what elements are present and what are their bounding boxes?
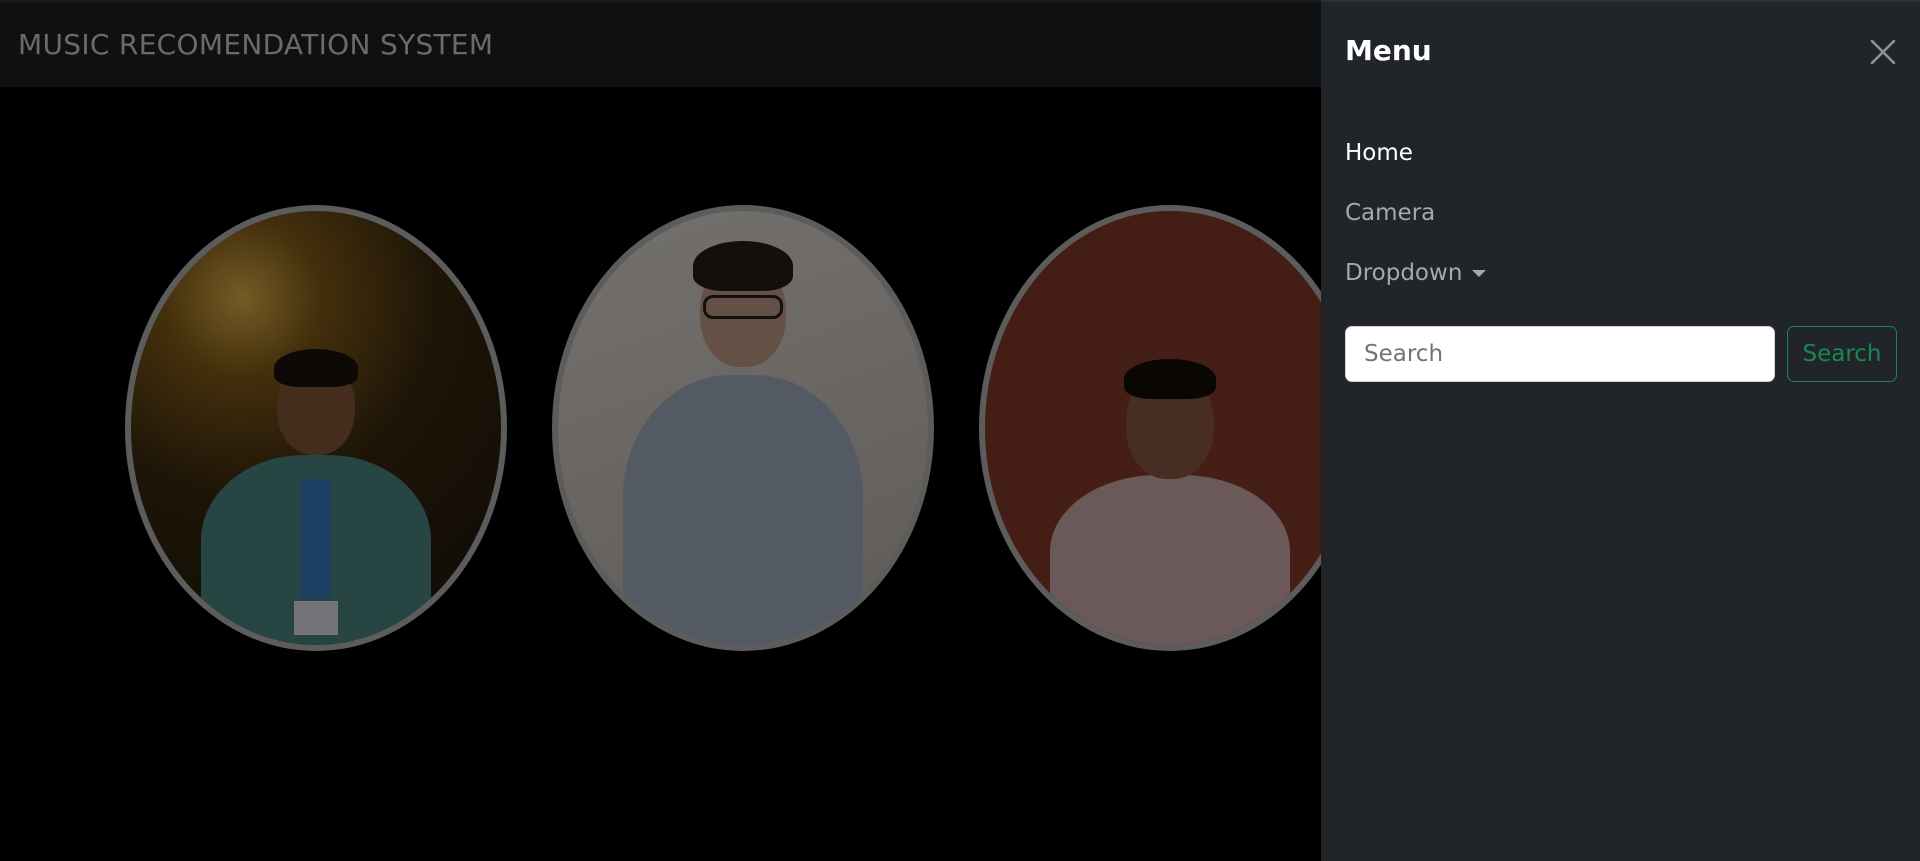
close-icon: [1870, 39, 1896, 65]
search-button[interactable]: Search: [1787, 326, 1897, 382]
nav-camera-link[interactable]: Camera: [1345, 200, 1435, 226]
nav-dropdown-toggle[interactable]: Dropdown: [1345, 260, 1487, 286]
page: MUSIC RECOMENDATION SYSTEM Menu: [0, 0, 1920, 861]
offcanvas-title: Menu: [1345, 34, 1432, 67]
search-input[interactable]: [1345, 326, 1775, 382]
close-button[interactable]: [1866, 35, 1900, 69]
offcanvas-menu: Menu Home Camera Dropdown Search: [1321, 0, 1920, 861]
nav-home-link[interactable]: Home: [1345, 140, 1413, 166]
nav-dropdown-label: Dropdown: [1345, 260, 1463, 286]
caret-down-icon: [1472, 269, 1487, 277]
